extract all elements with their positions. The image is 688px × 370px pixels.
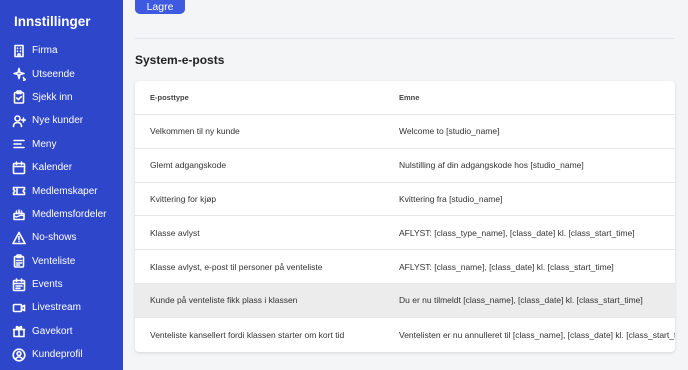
clipboard-check-icon (12, 90, 26, 105)
column-header-subject: Emne (399, 93, 420, 102)
cake-icon (12, 207, 26, 221)
sidebar-item-label: Venteliste (32, 255, 76, 267)
sidebar-item-gavekort[interactable]: Gavekort (0, 320, 123, 343)
sidebar: Innstillinger Firma Utseende Sjekk inn Nye … (0, 0, 123, 370)
sidebar-item-label: Medlemsfordeler (32, 208, 107, 220)
section-title: System-e-posts (135, 53, 225, 67)
video-icon (12, 301, 26, 315)
email-type-cell: Klasse avlyst (150, 227, 200, 238)
sidebar-item-label: Medlemskaper (32, 185, 98, 197)
table-row[interactable]: Klasse avlyst, e-post til personer på ve… (135, 250, 675, 284)
sidebar-item-no-shows[interactable]: No-shows (0, 226, 123, 249)
sidebar-item-firma[interactable]: Firma (0, 39, 123, 62)
calendar-event-icon (12, 277, 26, 292)
email-type-cell: Klasse avlyst, e-post til personer på ve… (150, 261, 323, 272)
sidebar-item-livestream[interactable]: Livestream (0, 296, 123, 319)
sidebar-item-label: Kundeprofil (32, 349, 83, 361)
sidebar-item-label: Nye kunder (32, 115, 84, 127)
table-row[interactable]: Venteliste kansellert fordi klassen star… (135, 318, 675, 352)
sidebar-item-nye-kunder[interactable]: Nye kunder (0, 109, 123, 132)
divider (135, 38, 674, 39)
subject-cell: AFLYST: [class_type_name], [class_date] … (399, 227, 635, 238)
table-row[interactable]: Klasse avlyst AFLYST: [class_type_name], … (135, 216, 675, 251)
sidebar-item-events[interactable]: Events (0, 273, 123, 296)
email-type-cell: Venteliste kansellert fordi klassen star… (150, 329, 345, 340)
subject-cell: Ventelisten er nu annulleret til [class_… (399, 329, 675, 340)
table-body: Velkommen til ny kunde Welcome to [studio… (135, 115, 675, 352)
sidebar-item-label: Sjekk inn (32, 91, 73, 103)
sidebar-item-sjekk-inn[interactable]: Sjekk inn (0, 86, 123, 109)
main-content: Lagre System-e-posts E-posttype Emne Vel… (123, 0, 688, 370)
sidebar-item-medlemsfordeler[interactable]: Medlemsfordeler (0, 203, 123, 226)
sidebar-item-label: Kalender (32, 162, 73, 174)
subject-cell: Nulstilling af din adgangskode hos [stud… (399, 160, 584, 171)
column-header-email-type: E-posttype (150, 93, 189, 102)
table-row[interactable]: Kunde på venteliste fikk plass i klassen… (135, 283, 675, 318)
email-type-cell: Kvittering for kjøp (150, 193, 217, 204)
table-row[interactable]: Velkommen til ny kunde Welcome to [studio… (135, 115, 675, 149)
table-row[interactable]: Glemt adgangskode Nulstilling af din adga… (135, 149, 675, 183)
sidebar-item-label: Utseende (32, 68, 75, 80)
subject-cell: Welcome to [studio_name] (399, 126, 500, 137)
sparkle-icon (12, 67, 26, 82)
email-type-cell: Kunde på venteliste fikk plass i klassen (150, 295, 298, 306)
system-emails-table: E-posttype Emne Velkommen til ny kunde We… (135, 81, 675, 352)
sidebar-title: Innstillinger (14, 14, 91, 29)
sidebar-item-label: Events (32, 279, 63, 291)
table-row[interactable]: Kvittering for kjøp Kvittering fra [studi… (135, 183, 675, 217)
warning-icon (12, 231, 26, 245)
menu-icon (12, 137, 26, 151)
sidebar-item-label: Firma (32, 45, 58, 57)
calendar-icon (12, 160, 26, 175)
sidebar-item-label: Meny (32, 138, 57, 150)
subject-cell: Kvittering fra [studio_name] (399, 193, 503, 204)
sidebar-item-label: Livestream (32, 302, 81, 314)
email-type-cell: Velkommen til ny kunde (150, 126, 240, 137)
sidebar-item-kalender[interactable]: Kalender (0, 156, 123, 179)
sidebar-item-label: No-shows (32, 232, 77, 244)
building-icon (12, 44, 26, 58)
list-clipboard-icon (12, 254, 26, 269)
sidebar-item-meny[interactable]: Meny (0, 133, 123, 156)
sidebar-item-venteliste[interactable]: Venteliste (0, 250, 123, 273)
sidebar-item-utseende[interactable]: Utseende (0, 62, 123, 85)
sidebar-item-medlemskaper[interactable]: Medlemskaper (0, 179, 123, 202)
sidebar-item-kundeprofil[interactable]: Kundeprofil (0, 343, 123, 366)
user-plus-icon (12, 114, 26, 128)
subject-cell: AFLYST: [class_name], [class_date] kl. [… (399, 261, 614, 272)
table-header: E-posttype Emne (135, 81, 675, 115)
save-button[interactable]: Lagre (135, 0, 185, 14)
gift-icon (12, 324, 26, 338)
ticket-icon (12, 184, 26, 198)
sidebar-nav: Firma Utseende Sjekk inn Nye kunder Meny Kale… (0, 39, 123, 366)
email-type-cell: Glemt adgangskode (150, 160, 227, 171)
user-circle-icon (12, 348, 26, 362)
sidebar-item-label: Gavekort (32, 325, 73, 337)
subject-cell: Du er nu tilmeldt [class_name], [class_d… (399, 295, 643, 306)
